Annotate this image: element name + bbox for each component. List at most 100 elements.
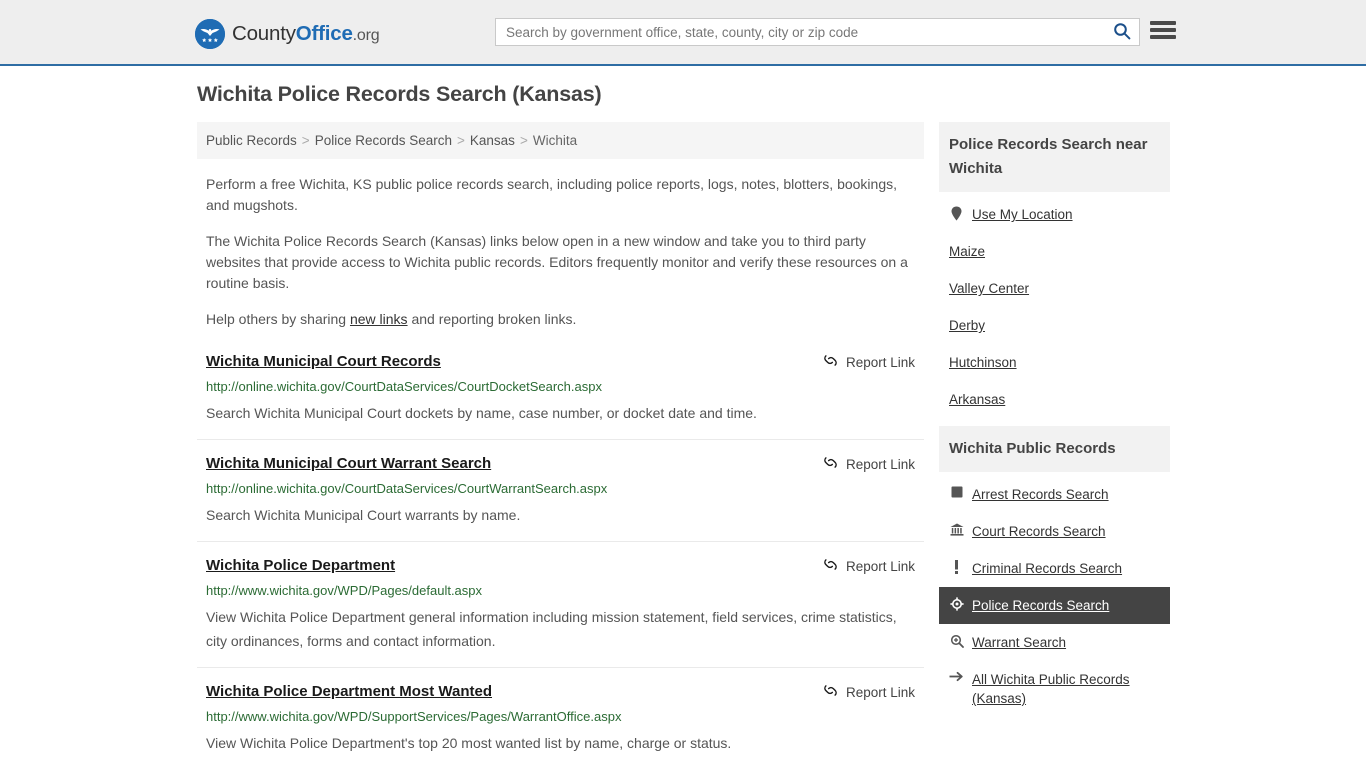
logo-text-office: Office [295, 21, 353, 45]
result-title-link[interactable]: Wichita Police Department [206, 556, 395, 576]
sidebar-near-heading: Police Records Search near Wichita [939, 122, 1170, 192]
result-title-link[interactable]: Wichita Police Department Most Wanted [206, 682, 492, 702]
sidebar-item-label: Criminal Records Search [972, 561, 1123, 576]
intro-paragraph-1: Perform a free Wichita, KS public police… [206, 176, 897, 213]
list-item: Derby [939, 307, 1170, 344]
report-link-label: Report Link [845, 456, 915, 472]
logo-text-county: County [232, 21, 296, 45]
sidebar-item-hutchinson[interactable]: Hutchinson [939, 344, 1170, 381]
sidebar-item-use-my-location[interactable]: Use My Location [939, 196, 1170, 233]
sidebar-item-police-records-search[interactable]: Police Records Search [939, 587, 1170, 624]
hamburger-bar [1150, 35, 1176, 39]
page-title: Wichita Police Records Search (Kansas) [197, 82, 602, 106]
breadcrumb: Public Records > Police Records Search > Kan… [197, 122, 924, 159]
sidebar-near-panel: Police Records Search near Wichita Use M… [939, 122, 1170, 418]
list-item: Arkansas [939, 381, 1170, 418]
search-bar [495, 18, 1140, 46]
sidebar-item-label: Use My Location [972, 207, 1073, 222]
report-link-label: Report Link [845, 558, 915, 574]
broken-link-icon [823, 683, 838, 701]
exclamation-icon [949, 560, 964, 574]
sidebar-near-list: Use My Location Maize Valley Center Derb… [939, 192, 1170, 418]
sidebar-item-criminal-records-search[interactable]: Criminal Records Search [939, 550, 1170, 587]
sidebar-item-label: Hutchinson [949, 355, 1017, 370]
result-item: Wichita Municipal Court Records Report L… [197, 352, 924, 440]
magnifier-plus-icon [949, 634, 964, 648]
sidebar-item-arkansas[interactable]: Arkansas [939, 381, 1170, 418]
list-item: Arrest Records Search [939, 476, 1170, 513]
list-item: Valley Center [939, 270, 1170, 307]
breadcrumb-item-wichita: Wichita [532, 133, 578, 148]
result-header: Wichita Municipal Court Records Report L… [206, 352, 915, 372]
broken-link-icon [823, 557, 838, 575]
result-description: Search Wichita Municipal Court dockets b… [206, 405, 757, 421]
list-item: Hutchinson [939, 344, 1170, 381]
search-input[interactable] [496, 19, 1105, 45]
intro-paragraph-2: The Wichita Police Records Search (Kansa… [206, 233, 908, 291]
arrow-right-icon [949, 671, 964, 682]
eagle-shield-icon [195, 19, 225, 49]
sidebar-item-label: All Wichita Public Records (Kansas) [972, 672, 1130, 706]
main-column: Public Records > Police Records Search > Kan… [197, 122, 924, 768]
map-pin-icon [949, 206, 964, 221]
report-link-button[interactable]: Report Link [823, 557, 915, 575]
sidebar-public-records-heading: Wichita Public Records [939, 426, 1170, 472]
hamburger-bar [1150, 28, 1176, 32]
result-header: Wichita Police Department Most Wanted Re… [206, 682, 915, 702]
result-title-link[interactable]: Wichita Municipal Court Warrant Search [206, 454, 491, 474]
sidebar-item-label: Valley Center [949, 281, 1030, 296]
new-links-link[interactable]: new links [350, 311, 408, 327]
search-icon [1113, 22, 1131, 43]
page-body: Wichita Police Records Search (Kansas) P… [0, 66, 1366, 751]
sidebar-item-label: Court Records Search [972, 524, 1106, 539]
breadcrumb-item-police-records-search[interactable]: Police Records Search [315, 133, 452, 148]
site-logo[interactable]: CountyOffice.org [195, 19, 380, 49]
sidebar-item-maize[interactable]: Maize [939, 233, 1170, 270]
intro-text: Perform a free Wichita, KS public police… [197, 174, 924, 330]
site-header: CountyOffice.org [0, 0, 1366, 66]
breadcrumb-separator: > [457, 133, 465, 148]
report-link-button[interactable]: Report Link [823, 455, 915, 473]
list-item: Court Records Search [939, 513, 1170, 550]
sidebar-item-arrest-records-search[interactable]: Arrest Records Search [939, 476, 1170, 513]
result-item: Wichita Police Department Report Link ht… [197, 556, 924, 668]
sidebar-item-warrant-search[interactable]: Warrant Search [939, 624, 1170, 661]
result-item: Wichita Police Department Most Wanted Re… [197, 682, 924, 768]
sidebar-item-court-records-search[interactable]: Court Records Search [939, 513, 1170, 550]
sidebar-item-label: Maize [949, 244, 986, 259]
result-header: Wichita Police Department Report Link [206, 556, 915, 576]
sidebar-item-derby[interactable]: Derby [939, 307, 1170, 344]
fingerprint-card-icon [949, 486, 964, 498]
police-badge-icon [949, 597, 964, 611]
sidebar-item-label: Warrant Search [972, 635, 1067, 650]
list-item: Criminal Records Search [939, 550, 1170, 587]
result-url[interactable]: http://online.wichita.gov/CourtDataServi… [206, 480, 915, 497]
result-item: Wichita Municipal Court Warrant Search R… [197, 454, 924, 542]
breadcrumb-item-public-records[interactable]: Public Records [206, 133, 297, 148]
intro-p3-before: Help others by sharing [206, 311, 350, 327]
list-item: Use My Location [939, 196, 1170, 233]
report-link-label: Report Link [845, 684, 915, 700]
sidebar-item-all-wichita-public-records[interactable]: All Wichita Public Records (Kansas) [939, 661, 1170, 717]
intro-paragraph-3: Help others by sharing new links and rep… [197, 309, 924, 330]
list-item: Warrant Search [939, 624, 1170, 661]
result-url[interactable]: http://online.wichita.gov/CourtDataServi… [206, 378, 915, 395]
result-url[interactable]: http://www.wichita.gov/WPD/Pages/default… [206, 582, 915, 599]
results-list: Wichita Municipal Court Records Report L… [197, 352, 924, 768]
report-link-button[interactable]: Report Link [823, 353, 915, 371]
intro-p3-after: and reporting broken links. [407, 311, 577, 327]
hamburger-bar [1150, 21, 1176, 25]
hamburger-menu-icon[interactable] [1150, 19, 1176, 41]
sidebar-item-label: Arkansas [949, 392, 1006, 407]
sidebar-item-valley-center[interactable]: Valley Center [939, 270, 1170, 307]
sidebar-item-label: Arrest Records Search [972, 487, 1109, 502]
report-link-label: Report Link [845, 354, 915, 370]
result-description: View Wichita Police Department general i… [206, 609, 897, 649]
result-title-link[interactable]: Wichita Municipal Court Records [206, 352, 441, 372]
broken-link-icon [823, 353, 838, 371]
report-link-button[interactable]: Report Link [823, 683, 915, 701]
result-url[interactable]: http://www.wichita.gov/WPD/SupportServic… [206, 708, 915, 725]
courthouse-icon [949, 523, 964, 536]
breadcrumb-item-kansas[interactable]: Kansas [470, 133, 515, 148]
search-button[interactable] [1105, 19, 1139, 45]
